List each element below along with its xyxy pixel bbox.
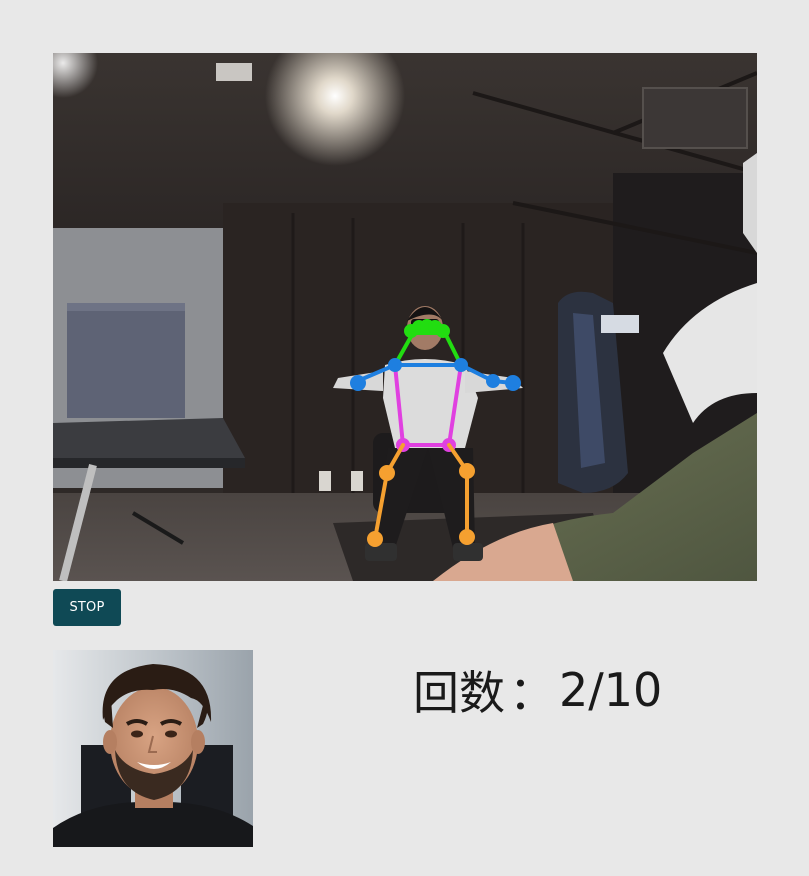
ceiling-fixture	[216, 63, 252, 81]
computer-tower	[67, 303, 185, 418]
desk	[53, 418, 245, 465]
trainer-avatar	[53, 650, 253, 847]
rep-counter-value: 2/10	[559, 663, 663, 717]
rep-counter-separator: ：	[509, 666, 555, 720]
outlet	[351, 471, 363, 491]
ceiling-vent	[642, 87, 748, 149]
stop-button[interactable]: STOP	[53, 589, 121, 626]
trainer-portrait	[53, 650, 253, 847]
outlet	[319, 471, 331, 491]
camera-feed	[53, 53, 757, 581]
rep-counter-label: 回数	[413, 666, 505, 720]
camera-scene	[53, 53, 757, 581]
rep-counter: 回数 ： 2/10	[413, 658, 662, 722]
